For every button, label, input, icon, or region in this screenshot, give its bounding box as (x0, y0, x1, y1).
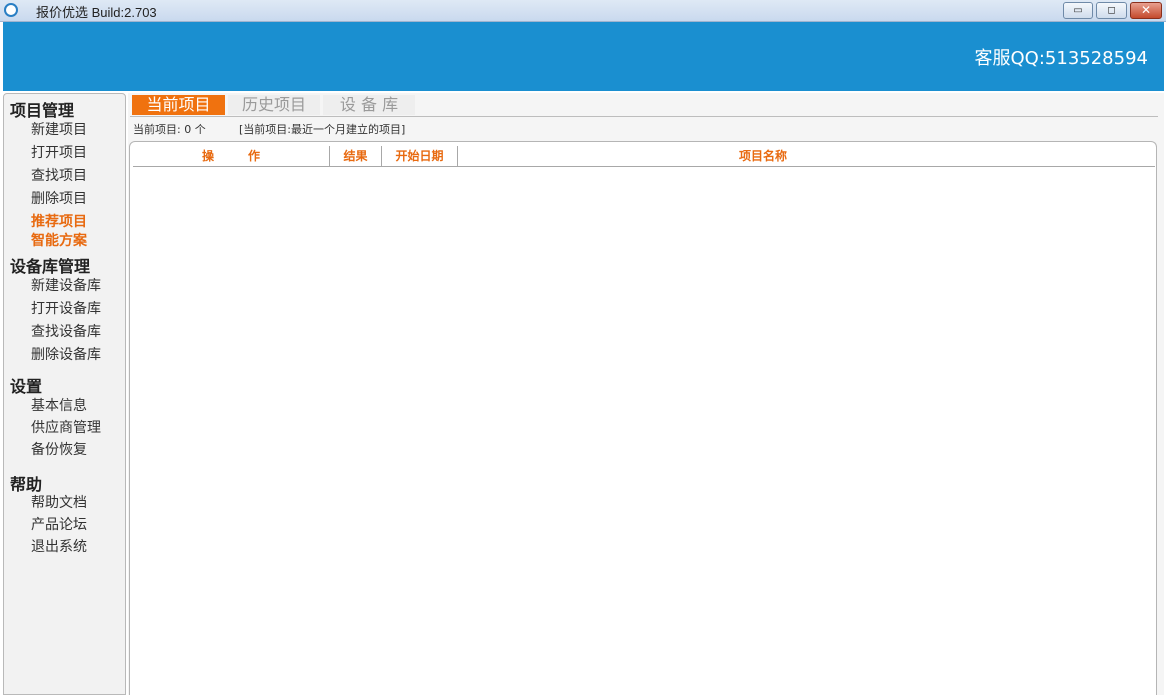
project-table: 操 作 结果 开始日期 项目名称 (129, 141, 1157, 695)
sidebar-item-help-docs[interactable]: 帮助文档 (31, 492, 87, 512)
sidebar-section-device-library: 设备库管理 (10, 257, 91, 276)
column-header-operation-1: 操 (201, 149, 214, 163)
app-header: 客服QQ:513528594 (3, 22, 1164, 91)
column-header-project-name: 项目名称 (738, 149, 787, 163)
sidebar-item-new-project[interactable]: 新建项目 (31, 119, 87, 139)
project-hint: [当前项目:最近一个月建立的项目] (239, 123, 406, 136)
tab-device-library[interactable]: 设 备 库 (323, 95, 415, 115)
sidebar-item-backup-restore[interactable]: 备份恢复 (31, 439, 87, 459)
window-titlebar: 报价优选 Build:2.703 ▭ ◻ ✕ (0, 0, 1166, 22)
column-header-result: 结果 (343, 149, 368, 163)
close-button[interactable]: ✕ (1130, 2, 1162, 19)
sidebar-item-supplier-management[interactable]: 供应商管理 (31, 417, 101, 437)
sidebar-item-new-library[interactable]: 新建设备库 (31, 275, 101, 295)
support-qq: 客服QQ:513528594 (974, 48, 1148, 69)
sidebar-item-smart-plan[interactable]: 智能方案 (31, 230, 87, 250)
window-title: 报价优选 Build:2.703 (36, 5, 157, 20)
tab-history-projects[interactable]: 历史项目 (228, 95, 320, 115)
table-header: 操 作 结果 开始日期 项目名称 (133, 146, 1155, 167)
sidebar-item-open-library[interactable]: 打开设备库 (31, 298, 101, 318)
sidebar-item-delete-library[interactable]: 删除设备库 (31, 344, 101, 364)
sidebar-item-delete-project[interactable]: 删除项目 (31, 188, 87, 208)
sidebar-item-basic-info[interactable]: 基本信息 (31, 395, 87, 415)
tab-current-projects[interactable]: 当前项目 (132, 95, 225, 115)
sidebar-item-recommended-project[interactable]: 推荐项目 (31, 211, 87, 231)
column-header-operation-2: 作 (247, 149, 260, 163)
sidebar-section-project: 项目管理 (10, 101, 75, 120)
column-header-start-date: 开始日期 (395, 149, 444, 163)
sidebar-item-open-project[interactable]: 打开项目 (31, 142, 87, 162)
sidebar-item-find-library[interactable]: 查找设备库 (31, 321, 101, 341)
sidebar-item-forum[interactable]: 产品论坛 (31, 514, 87, 534)
tab-divider (130, 116, 1158, 117)
sidebar-item-find-project[interactable]: 查找项目 (31, 165, 87, 185)
maximize-button[interactable]: ◻ (1096, 2, 1127, 19)
app-icon (4, 3, 18, 17)
sidebar-item-exit[interactable]: 退出系统 (31, 536, 87, 556)
sidebar: 项目管理 新建项目 打开项目 查找项目 删除项目 推荐项目 智能方案 设备库管理… (3, 93, 126, 695)
minimize-button[interactable]: ▭ (1063, 2, 1093, 19)
sidebar-section-settings: 设置 (10, 377, 43, 396)
main-panel: 当前项目 历史项目 设 备 库 当前项目: 0 个 [当前项目:最近一个月建立的… (128, 93, 1164, 695)
project-count: 当前项目: 0 个 (133, 123, 206, 136)
